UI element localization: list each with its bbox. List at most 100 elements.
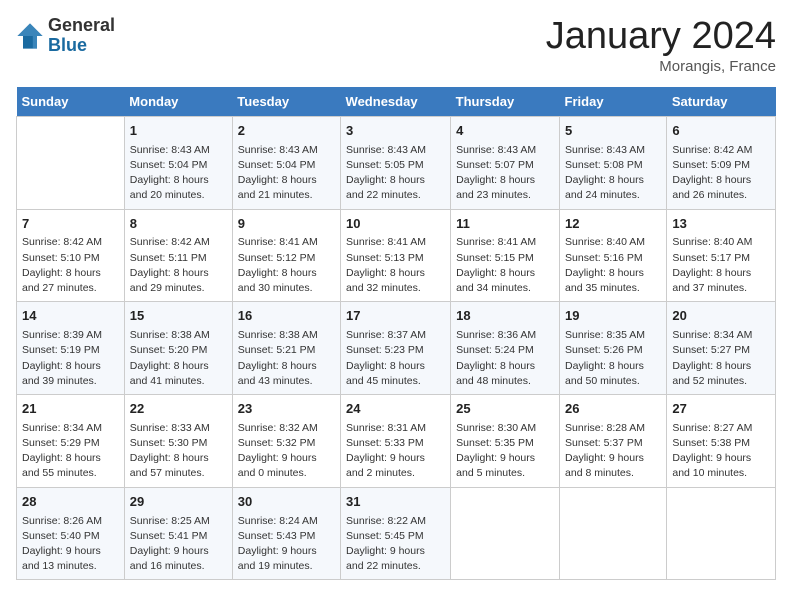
day-number: 15 [130, 307, 227, 326]
day-number: 8 [130, 215, 227, 234]
day-number: 4 [456, 122, 554, 141]
day-number: 17 [346, 307, 445, 326]
day-info: Sunrise: 8:43 AMSunset: 5:05 PMDaylight:… [346, 143, 445, 204]
day-info: Sunrise: 8:30 AMSunset: 5:35 PMDaylight:… [456, 421, 554, 482]
calendar-cell: 28 Sunrise: 8:26 AMSunset: 5:40 PMDayligh… [17, 487, 125, 580]
day-info: Sunrise: 8:31 AMSunset: 5:33 PMDaylight:… [346, 421, 445, 482]
col-header-saturday: Saturday [667, 87, 776, 117]
day-number: 12 [565, 215, 661, 234]
calendar-cell: 22 Sunrise: 8:33 AMSunset: 5:30 PMDayligh… [124, 394, 232, 487]
logo: General Blue [16, 16, 115, 56]
day-info: Sunrise: 8:32 AMSunset: 5:32 PMDaylight:… [238, 421, 335, 482]
day-number: 16 [238, 307, 335, 326]
calendar-cell [667, 487, 776, 580]
day-info: Sunrise: 8:43 AMSunset: 5:08 PMDaylight:… [565, 143, 661, 204]
col-header-wednesday: Wednesday [341, 87, 451, 117]
calendar-cell: 20Sunrise: 8:34 AMSunset: 5:27 PMDayligh… [667, 302, 776, 395]
col-header-monday: Monday [124, 87, 232, 117]
calendar-cell: 2 Sunrise: 8:43 AMSunset: 5:04 PMDaylight… [232, 116, 340, 209]
calendar-cell [451, 487, 560, 580]
day-number: 28 [22, 493, 119, 512]
day-number: 19 [565, 307, 661, 326]
day-info: Sunrise: 8:38 AMSunset: 5:21 PMDaylight:… [238, 328, 335, 389]
col-header-thursday: Thursday [451, 87, 560, 117]
header-row: SundayMondayTuesdayWednesdayThursdayFrid… [17, 87, 776, 117]
day-info: Sunrise: 8:42 AMSunset: 5:10 PMDaylight:… [22, 235, 119, 296]
calendar-cell: 23 Sunrise: 8:32 AMSunset: 5:32 PMDayligh… [232, 394, 340, 487]
day-info: Sunrise: 8:22 AMSunset: 5:45 PMDaylight:… [346, 514, 445, 575]
day-info: Sunrise: 8:37 AMSunset: 5:23 PMDaylight:… [346, 328, 445, 389]
day-number: 18 [456, 307, 554, 326]
day-info: Sunrise: 8:24 AMSunset: 5:43 PMDaylight:… [238, 514, 335, 575]
day-number: 22 [130, 400, 227, 419]
day-info: Sunrise: 8:41 AMSunset: 5:13 PMDaylight:… [346, 235, 445, 296]
calendar-cell: 3Sunrise: 8:43 AMSunset: 5:05 PMDaylight… [341, 116, 451, 209]
day-info: Sunrise: 8:42 AMSunset: 5:09 PMDaylight:… [672, 143, 770, 204]
week-row-1: 1 Sunrise: 8:43 AMSunset: 5:04 PMDaylight… [17, 116, 776, 209]
calendar-cell: 11Sunrise: 8:41 AMSunset: 5:15 PMDayligh… [451, 209, 560, 302]
day-number: 21 [22, 400, 119, 419]
day-number: 1 [130, 122, 227, 141]
day-info: Sunrise: 8:25 AMSunset: 5:41 PMDaylight:… [130, 514, 227, 575]
week-row-2: 7Sunrise: 8:42 AMSunset: 5:10 PMDaylight… [17, 209, 776, 302]
calendar-cell: 12Sunrise: 8:40 AMSunset: 5:16 PMDayligh… [560, 209, 667, 302]
day-info: Sunrise: 8:27 AMSunset: 5:38 PMDaylight:… [672, 421, 770, 482]
day-number: 30 [238, 493, 335, 512]
logo-icon [16, 22, 44, 50]
calendar-cell: 21 Sunrise: 8:34 AMSunset: 5:29 PMDayligh… [17, 394, 125, 487]
day-number: 24 [346, 400, 445, 419]
day-number: 10 [346, 215, 445, 234]
day-info: Sunrise: 8:43 AMSunset: 5:04 PMDaylight:… [238, 143, 335, 204]
day-info: Sunrise: 8:41 AMSunset: 5:12 PMDaylight:… [238, 235, 335, 296]
day-number: 6 [672, 122, 770, 141]
day-number: 29 [130, 493, 227, 512]
month-title: January 2024 [546, 16, 776, 58]
day-number: 7 [22, 215, 119, 234]
calendar-cell: 26 Sunrise: 8:28 AMSunset: 5:37 PMDayligh… [560, 394, 667, 487]
day-number: 26 [565, 400, 661, 419]
day-number: 14 [22, 307, 119, 326]
day-number: 9 [238, 215, 335, 234]
day-info: Sunrise: 8:39 AMSunset: 5:19 PMDaylight:… [22, 328, 119, 389]
logo-general-text: General [48, 16, 115, 36]
calendar-cell: 30 Sunrise: 8:24 AMSunset: 5:43 PMDayligh… [232, 487, 340, 580]
day-number: 25 [456, 400, 554, 419]
calendar-cell: 17 Sunrise: 8:37 AMSunset: 5:23 PMDayligh… [341, 302, 451, 395]
day-info: Sunrise: 8:36 AMSunset: 5:24 PMDaylight:… [456, 328, 554, 389]
calendar-cell: 31Sunrise: 8:22 AMSunset: 5:45 PMDayligh… [341, 487, 451, 580]
day-number: 13 [672, 215, 770, 234]
calendar-cell: 5 Sunrise: 8:43 AMSunset: 5:08 PMDaylight… [560, 116, 667, 209]
calendar-cell: 1 Sunrise: 8:43 AMSunset: 5:04 PMDaylight… [124, 116, 232, 209]
day-info: Sunrise: 8:41 AMSunset: 5:15 PMDaylight:… [456, 235, 554, 296]
calendar-cell: 16 Sunrise: 8:38 AMSunset: 5:21 PMDayligh… [232, 302, 340, 395]
calendar-cell: 14 Sunrise: 8:39 AMSunset: 5:19 PMDayligh… [17, 302, 125, 395]
calendar-cell: 10Sunrise: 8:41 AMSunset: 5:13 PMDayligh… [341, 209, 451, 302]
day-number: 23 [238, 400, 335, 419]
calendar-cell: 7Sunrise: 8:42 AMSunset: 5:10 PMDaylight… [17, 209, 125, 302]
day-info: Sunrise: 8:42 AMSunset: 5:11 PMDaylight:… [130, 235, 227, 296]
col-header-sunday: Sunday [17, 87, 125, 117]
day-info: Sunrise: 8:34 AMSunset: 5:27 PMDaylight:… [672, 328, 770, 389]
calendar-cell: 6 Sunrise: 8:42 AMSunset: 5:09 PMDaylight… [667, 116, 776, 209]
location-text: Morangis, France [546, 58, 776, 75]
day-info: Sunrise: 8:35 AMSunset: 5:26 PMDaylight:… [565, 328, 661, 389]
day-number: 11 [456, 215, 554, 234]
day-info: Sunrise: 8:33 AMSunset: 5:30 PMDaylight:… [130, 421, 227, 482]
day-number: 27 [672, 400, 770, 419]
day-info: Sunrise: 8:34 AMSunset: 5:29 PMDaylight:… [22, 421, 119, 482]
calendar-cell [17, 116, 125, 209]
day-number: 5 [565, 122, 661, 141]
day-info: Sunrise: 8:40 AMSunset: 5:17 PMDaylight:… [672, 235, 770, 296]
day-info: Sunrise: 8:43 AMSunset: 5:07 PMDaylight:… [456, 143, 554, 204]
week-row-3: 14 Sunrise: 8:39 AMSunset: 5:19 PMDayligh… [17, 302, 776, 395]
calendar-table: SundayMondayTuesdayWednesdayThursdayFrid… [16, 87, 776, 581]
day-info: Sunrise: 8:43 AMSunset: 5:04 PMDaylight:… [130, 143, 227, 204]
calendar-cell: 8Sunrise: 8:42 AMSunset: 5:11 PMDaylight… [124, 209, 232, 302]
day-info: Sunrise: 8:28 AMSunset: 5:37 PMDaylight:… [565, 421, 661, 482]
day-info: Sunrise: 8:38 AMSunset: 5:20 PMDaylight:… [130, 328, 227, 389]
page-header: General Blue January 2024 Morangis, Fran… [16, 16, 776, 75]
logo-text: General Blue [48, 16, 115, 56]
day-number: 2 [238, 122, 335, 141]
day-info: Sunrise: 8:26 AMSunset: 5:40 PMDaylight:… [22, 514, 119, 575]
logo-blue-text: Blue [48, 36, 115, 56]
